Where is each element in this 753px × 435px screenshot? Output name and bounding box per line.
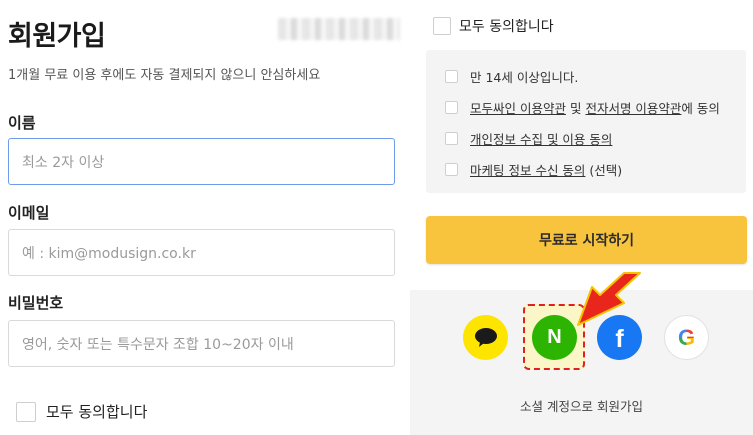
marketing-link[interactable]: 마케팅 정보 수신 동의 <box>470 160 585 179</box>
marketing-optional: (선택) <box>585 163 623 178</box>
agree-all-right[interactable]: 모두 동의합니다 <box>433 16 554 36</box>
social-signup-caption: 소셜 계정으로 회원가입 <box>520 399 643 414</box>
term-privacy[interactable]: 개인정보 수집 및 이용 동의 <box>445 129 612 148</box>
name-label: 이름 <box>8 114 36 132</box>
name-placeholder: 최소 2자 이상 <box>22 154 105 171</box>
google-login-button[interactable]: G <box>664 315 709 360</box>
email-placeholder: 예 : kim@modusign.co.kr <box>22 245 196 262</box>
kakao-login-button[interactable] <box>463 315 508 360</box>
password-input[interactable]: 영어, 숫자 또는 특수문자 조합 10~20자 이내 <box>8 320 395 367</box>
blurred-text <box>278 18 400 40</box>
agree-all-left[interactable]: 모두 동의합니다 <box>16 401 147 422</box>
signup-form-panel: 회원가입 1개월 무료 이용 후에도 자동 결제되지 않으니 안심하세요 이름 … <box>0 0 410 435</box>
agree-all-right-label: 모두 동의합니다 <box>459 19 554 35</box>
email-label: 이메일 <box>8 204 50 222</box>
esign-terms-link[interactable]: 전자서명 이용약관 <box>585 98 681 117</box>
agree-all-label: 모두 동의합니다 <box>46 403 148 421</box>
terms-panel: 모두 동의합니다 만 14세 이상입니다. 모두싸인 이용약관 및 전자서명 이… <box>410 0 753 435</box>
term-age-checkbox[interactable] <box>445 70 458 83</box>
privacy-link[interactable]: 개인정보 수집 및 이용 동의 <box>470 129 612 148</box>
term-age-label: 만 14세 이상입니다. <box>470 70 579 85</box>
term-service[interactable]: 모두싸인 이용약관 및 전자서명 이용약관 에 동의 <box>445 98 720 117</box>
term-privacy-checkbox[interactable] <box>445 132 458 145</box>
term-age[interactable]: 만 14세 이상입니다. <box>445 67 578 86</box>
term-agree-suffix: 에 동의 <box>681 101 720 116</box>
agree-all-right-checkbox[interactable] <box>433 17 451 35</box>
password-label: 비밀번호 <box>8 294 64 312</box>
modu-terms-link[interactable]: 모두싸인 이용약관 <box>470 98 566 117</box>
email-input[interactable]: 예 : kim@modusign.co.kr <box>8 229 395 276</box>
term-marketing[interactable]: 마케팅 정보 수신 동의 (선택) <box>445 160 622 179</box>
term-marketing-checkbox[interactable] <box>445 163 458 176</box>
agree-all-checkbox[interactable] <box>16 401 36 422</box>
name-input[interactable]: 최소 2자 이상 <box>8 138 395 185</box>
red-arrow-icon <box>577 272 641 326</box>
term-and-text: 및 <box>565 101 586 116</box>
password-placeholder: 영어, 숫자 또는 특수문자 조합 10~20자 이내 <box>22 336 294 353</box>
start-free-button[interactable]: 무료로 시작하기 <box>426 216 747 264</box>
terms-box: 만 14세 이상입니다. 모두싸인 이용약관 및 전자서명 이용약관 에 동의 개… <box>426 50 746 193</box>
page-subtitle: 1개월 무료 이용 후에도 자동 결제되지 않으니 안심하세요 <box>8 68 321 83</box>
naver-logo-icon: N <box>547 326 562 348</box>
page-title: 회원가입 <box>8 21 106 52</box>
google-logo-icon: G <box>677 324 696 350</box>
speech-bubble-icon <box>474 327 497 347</box>
term-service-checkbox[interactable] <box>445 101 458 114</box>
